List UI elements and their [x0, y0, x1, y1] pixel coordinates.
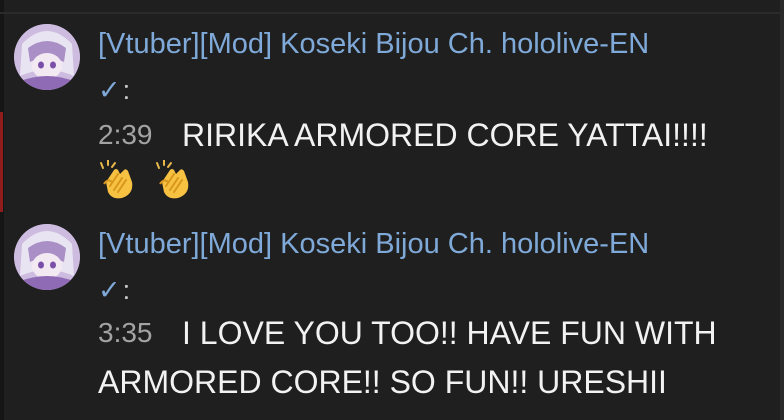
- avatar-image: [14, 224, 80, 290]
- clapping-hands-icon: [154, 160, 194, 200]
- chat-message: [Vtuber][Mod] Koseki Bijou Ch. hololive-…: [0, 0, 784, 210]
- author-colon: :: [122, 275, 131, 305]
- timestamp: 2:39: [98, 119, 153, 150]
- avatar[interactable]: [14, 224, 80, 290]
- message-text: RIRIKA ARMORED CORE YATTAI!!!!: [182, 117, 708, 153]
- verified-badge: ✓:: [98, 273, 130, 308]
- author-colon: :: [122, 75, 131, 105]
- verified-check-icon: ✓: [98, 275, 121, 306]
- author-name[interactable]: [Vtuber][Mod] Koseki Bijou Ch. hololive-…: [98, 27, 649, 61]
- avatar[interactable]: [14, 24, 80, 90]
- message-text: I LOVE YOU TOO!! HAVE FUN WITH: [182, 315, 717, 351]
- chat-message: [Vtuber][Mod] Koseki Bijou Ch. hololive-…: [0, 210, 784, 420]
- message-text: ARMORED CORE!! SO FUN!! URESHII: [98, 364, 667, 400]
- timestamp: 3:35: [98, 317, 153, 348]
- clapping-hands-icon: [98, 160, 138, 200]
- author-name[interactable]: [Vtuber][Mod] Koseki Bijou Ch. hololive-…: [98, 227, 649, 261]
- emoji-row: [98, 160, 194, 200]
- verified-check-icon: ✓: [98, 75, 121, 106]
- verified-badge: ✓:: [98, 73, 130, 108]
- avatar-image: [14, 24, 80, 90]
